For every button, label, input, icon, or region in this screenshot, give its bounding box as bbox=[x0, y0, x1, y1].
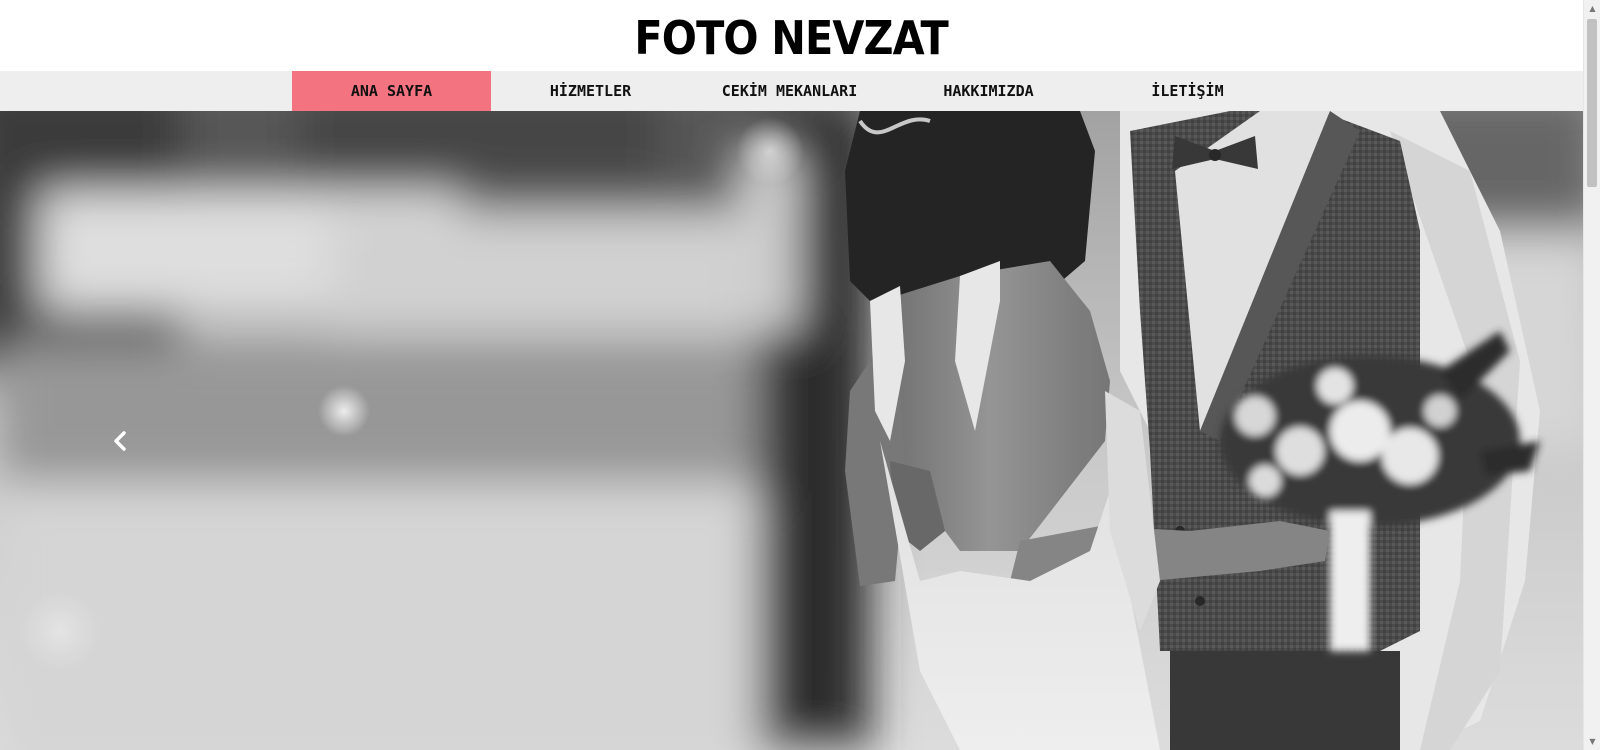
vertical-scrollbar[interactable]: ▲ ▼ bbox=[1583, 0, 1600, 750]
hero-carousel bbox=[0, 111, 1583, 750]
nav-item-hakkimizda[interactable]: HAKKIMIZDA bbox=[889, 71, 1088, 111]
nav-item-hizmetler[interactable]: HİZMETLER bbox=[491, 71, 690, 111]
main-nav: ANA SAYFA HİZMETLER CEKİM MEKANLARI HAKK… bbox=[0, 71, 1583, 111]
nav-item-iletisim[interactable]: İLETİŞİM bbox=[1088, 71, 1287, 111]
scroll-up-arrow-icon[interactable]: ▲ bbox=[1584, 0, 1600, 17]
site-header: FOTO NEVZAT bbox=[0, 0, 1583, 71]
carousel-prev-button[interactable] bbox=[108, 429, 132, 453]
page: FOTO NEVZAT ANA SAYFA HİZMETLER CEKİM ME… bbox=[0, 0, 1583, 750]
nav-item-cekim-mekanlari[interactable]: CEKİM MEKANLARI bbox=[690, 71, 889, 111]
site-title[interactable]: FOTO NEVZAT bbox=[635, 11, 949, 61]
scroll-down-arrow-icon[interactable]: ▼ bbox=[1584, 733, 1600, 750]
nav-list: ANA SAYFA HİZMETLER CEKİM MEKANLARI HAKK… bbox=[292, 71, 1287, 111]
hero-image bbox=[0, 111, 1583, 750]
chevron-left-icon bbox=[114, 431, 126, 451]
nav-item-ana-sayfa[interactable]: ANA SAYFA bbox=[292, 71, 491, 111]
scrollbar-thumb[interactable] bbox=[1587, 19, 1597, 187]
